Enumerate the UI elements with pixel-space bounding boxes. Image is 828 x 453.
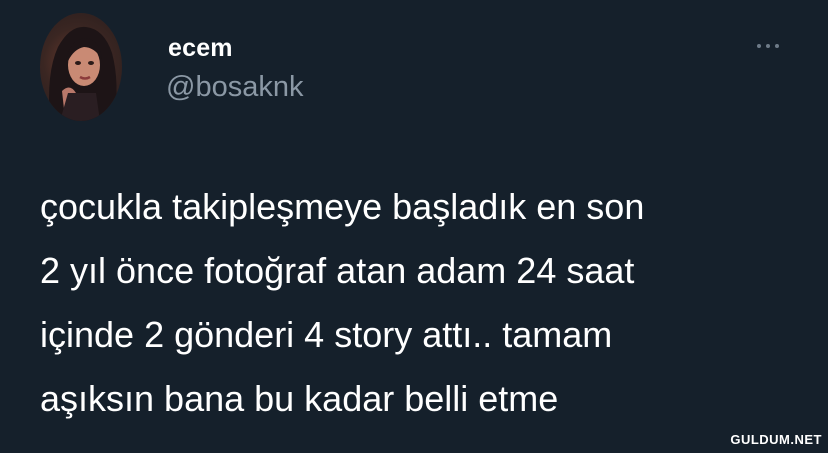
more-horizontal-icon bbox=[766, 44, 770, 48]
more-options-button[interactable] bbox=[752, 36, 786, 56]
more-horizontal-icon bbox=[757, 44, 761, 48]
avatar[interactable] bbox=[40, 13, 122, 121]
tweet-text: çocukla takipleşmeye başladık en son 2 y… bbox=[40, 186, 645, 419]
user-handle[interactable]: @bosaknk bbox=[166, 71, 303, 104]
profile-photo-icon bbox=[49, 26, 117, 121]
display-name[interactable]: ecem bbox=[168, 34, 233, 63]
watermark: GULDUM.NET bbox=[730, 432, 822, 447]
more-horizontal-icon bbox=[775, 44, 779, 48]
